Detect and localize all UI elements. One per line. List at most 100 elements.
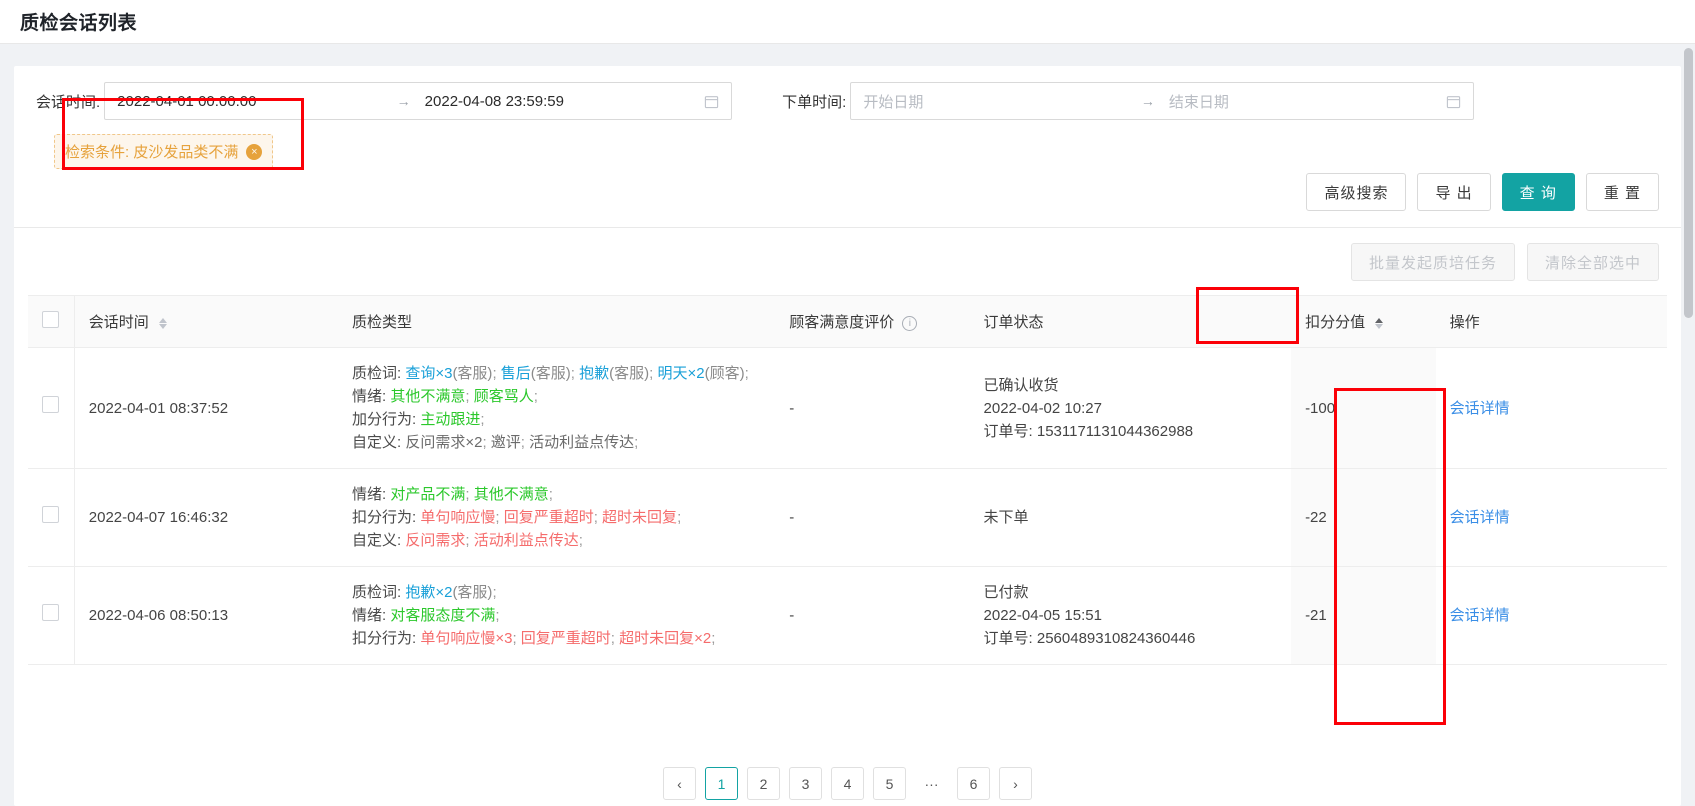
advanced-search-button[interactable]: 高级搜索 [1306,173,1407,211]
cell-action: 会话详情 [1435,468,1667,567]
qc-word-role: (客服) [609,365,650,382]
session-time-range-input[interactable]: 2022-04-01 00:00:00 → 2022-04-08 23:59:5… [104,82,733,120]
row-checkbox[interactable] [42,505,59,523]
cell-order-status: 已确认收货 2022-04-02 10:27 订单号: 153117113104… [969,347,1292,469]
qc-emotion-line: 情绪: 对产品不满; 其他不满意; [351,486,553,503]
qc-emotion-label: 情绪: [351,388,387,405]
info-icon[interactable]: i [902,315,918,331]
pagination-page-5[interactable]: 5 [873,767,906,800]
pagination-page-1[interactable]: 1 [705,767,738,800]
qc-deduct-label: 扣分行为: [351,630,417,647]
cell-qc-type: 质检词: 抱歉×2(客服); 情绪: 对客服态度不满; 扣分行为: 单句响应慢×… [337,566,776,665]
table-row[interactable]: 2022-04-01 08:37:52 质检词: 查询×3(客服); 售后(客服… [28,347,1667,469]
search-condition-tag[interactable]: 检索条件: 皮沙发品类不满 × [54,134,274,169]
cell-qc-type: 情绪: 对产品不满; 其他不满意; 扣分行为: 单句响应慢; 回复严重超时; 超… [337,468,776,567]
session-detail-link[interactable]: 会话详情 [1450,607,1510,624]
qc-deduct: 单句响应慢×3 [420,630,513,647]
qc-emotion: 对客服态度不满 [390,607,496,624]
header-satisfaction-label: 顾客满意度评价 [789,314,895,331]
session-time-start-value[interactable]: 2022-04-01 00:00:00 [117,93,397,110]
vertical-scrollbar[interactable] [1684,48,1693,318]
pagination-page-6[interactable]: 6 [957,767,990,800]
condition-value: 皮沙发品类不满 [133,144,239,161]
qc-bonus: 主动跟进 [420,411,481,428]
qc-custom: 反问需求 [405,532,466,549]
order-time-start-placeholder[interactable]: 开始日期 [863,91,1141,112]
pagination-page-2[interactable]: 2 [747,767,780,800]
order-no-line: 订单号: 2560489310824360446 [984,627,1278,650]
session-time-label: 会话时间: [36,93,101,111]
pagination-next[interactable]: › [999,767,1032,800]
qc-custom: 邀评 [490,434,521,451]
sort-icon-session-time[interactable] [158,317,167,329]
qc-word: 抱歉 [579,365,610,382]
order-time-range-input[interactable]: 开始日期 → 结束日期 [850,82,1475,120]
export-button[interactable]: 导 出 [1417,173,1491,211]
table-row[interactable]: 2022-04-07 16:46:32 情绪: 对产品不满; 其他不满意; 扣分… [28,468,1667,567]
qc-deduct-line: 扣分行为: 单句响应慢×3; 回复严重超时; 超时未回复×2; [351,630,716,647]
qc-deduct: 回复严重超时 [520,630,611,647]
pagination-page-4[interactable]: 4 [831,767,864,800]
header-qc-type: 质检类型 [337,295,776,348]
row-checkbox[interactable] [42,396,59,413]
row-checkbox[interactable] [42,603,59,621]
reset-button[interactable]: 重 置 [1585,173,1659,211]
filter-row: 会话时间: 2022-04-01 00:00:00 → 2022-04-08 2… [36,82,1659,120]
cell-session-time: 2022-04-07 16:46:32 [74,468,338,567]
order-no-value: 2560489310824360446 [1036,630,1196,647]
cell-session-time: 2022-04-01 08:37:52 [74,347,338,469]
header-action-label: 操作 [1449,314,1480,331]
query-button[interactable]: 查 询 [1501,173,1575,211]
sort-icon-score[interactable] [1375,317,1384,329]
session-time-end-value[interactable]: 2022-04-08 23:59:59 [425,93,705,110]
header-session-time[interactable]: 会话时间 [74,295,338,348]
session-detail-link[interactable]: 会话详情 [1450,400,1510,417]
qc-deduct: 回复严重超时 [503,509,594,526]
condition-tag-wrapper: 检索条件: 皮沙发品类不满 × [54,134,1659,169]
pagination-prev[interactable]: ‹ [663,767,696,800]
order-time-text: 2022-04-05 15:51 [983,607,1102,624]
qc-emotion: 对产品不满 [390,486,466,503]
order-no-value: 1531171131044362988 [1036,422,1194,440]
order-time-end-placeholder[interactable]: 结束日期 [1169,91,1447,112]
session-detail-link[interactable]: 会话详情 [1450,509,1510,526]
cell-satisfaction: - [775,566,970,665]
header-order-status-label: 订单状态 [983,314,1044,331]
qc-word: 查询×3 [405,365,453,382]
order-status-text: 未下单 [983,509,1029,526]
qc-emotion-line: 情绪: 其他不满意; 顾客骂人; [351,388,538,405]
select-all-checkbox[interactable] [42,311,59,328]
header-select-all [28,295,75,348]
clear-all-selected-button[interactable]: 清除全部选中 [1526,243,1659,281]
calendar-icon[interactable] [704,94,719,109]
table-header-row: 会话时间 质检类型 顾客满意度评价 i 订单状态 扣分分值 操作 [28,295,1667,348]
order-time-text: 2022-04-02 10:27 [983,399,1102,417]
table-row[interactable]: 2022-04-06 08:50:13 质检词: 抱歉×2(客服); 情绪: 对… [28,566,1667,665]
cell-qc-type: 质检词: 查询×3(客服); 售后(客服); 抱歉(客服); 明天×2(顾客);… [337,347,776,469]
batch-start-training-task-button[interactable]: 批量发起质培任务 [1350,243,1515,281]
qc-bonus-line: 加分行为: 主动跟进; [351,411,485,428]
cell-satisfaction: - [775,468,970,567]
close-icon[interactable]: × [246,143,263,160]
qc-custom: 活动利益点传达 [473,532,579,549]
qc-custom: 反问需求×2 [405,434,483,451]
qc-custom-label: 自定义: [351,532,402,549]
range-arrow-icon: → [1140,93,1155,109]
header-session-time-label: 会话时间 [88,314,149,331]
order-status-text: 已付款 [983,584,1029,601]
condition-prefix: 检索条件: [65,144,130,161]
qc-deduct: 单句响应慢 [420,509,496,526]
range-arrow-icon: → [396,93,411,109]
calendar-icon[interactable] [1446,94,1461,109]
pagination-page-3[interactable]: 3 [789,767,822,800]
page-title: 质检会话列表 [20,13,138,34]
order-time-label: 下单时间: [782,93,847,111]
cell-action: 会话详情 [1435,566,1667,665]
qc-emotion: 顾客骂人 [473,388,534,405]
qc-deduct-label: 扣分行为: [351,509,417,526]
filter-area: 会话时间: 2022-04-01 00:00:00 → 2022-04-08 2… [14,66,1681,170]
header-order-status: 订单状态 [969,295,1292,348]
header-score[interactable]: 扣分分值 [1291,295,1436,348]
qc-custom-line: 自定义: 反问需求; 活动利益点传达; [351,532,583,549]
cell-session-time: 2022-04-06 08:50:13 [74,566,338,665]
